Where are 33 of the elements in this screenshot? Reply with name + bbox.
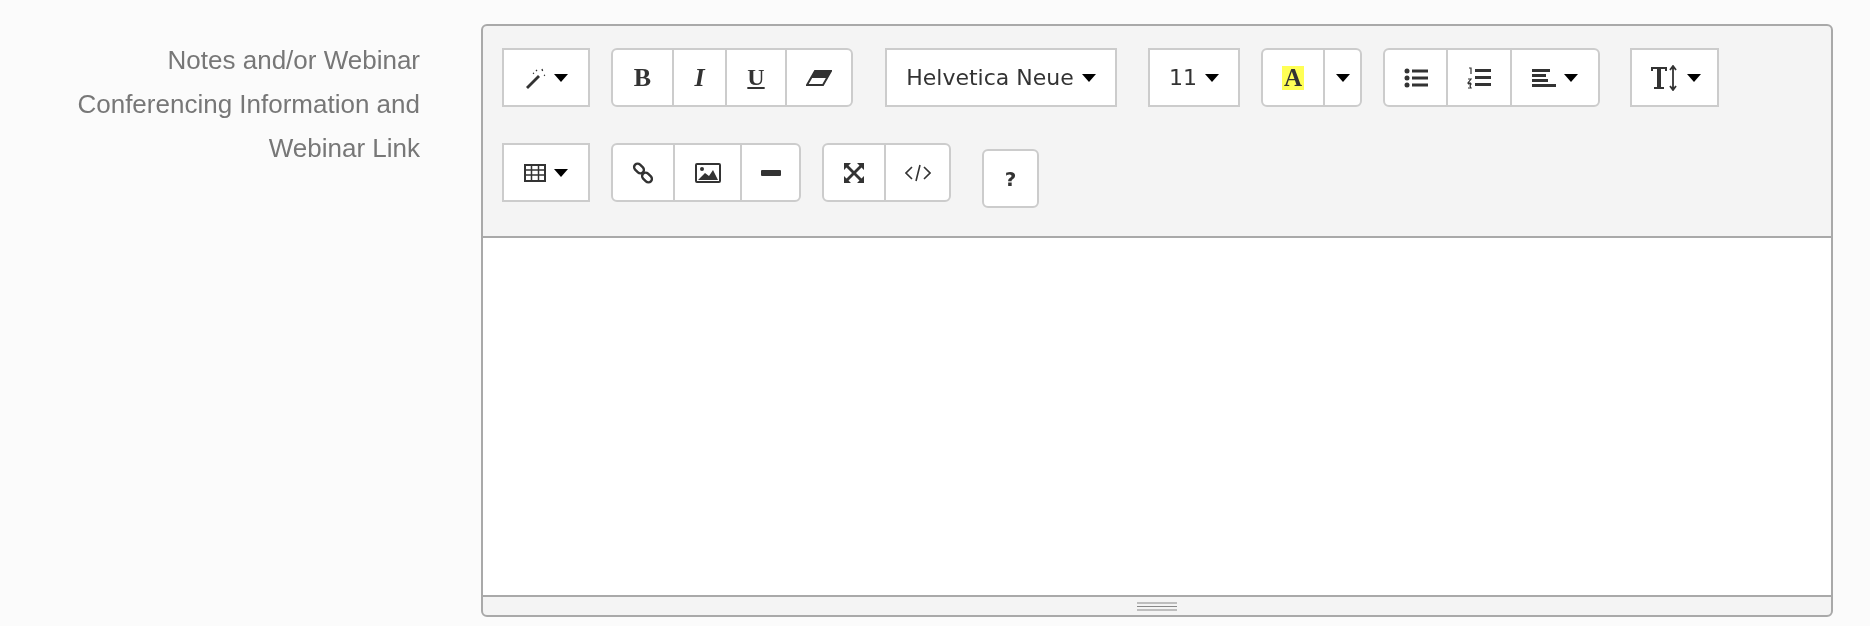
fullscreen-button[interactable] <box>822 143 886 202</box>
field-label: Notes and/or Webinar Conferencing Information and Webinar Link <box>76 44 420 165</box>
align-left-icon <box>1532 67 1556 88</box>
eraser-icon <box>806 68 832 87</box>
resize-grip-icon[interactable] <box>1137 601 1177 611</box>
magic-wand-icon <box>524 66 546 89</box>
expand-arrows-icon <box>843 161 865 184</box>
line-height-dropdown[interactable] <box>1630 48 1719 107</box>
font-size-dropdown[interactable]: 11 <box>1148 48 1240 107</box>
text-color-button[interactable]: A <box>1261 48 1325 107</box>
italic-button[interactable]: I <box>672 48 727 107</box>
color-dropdown[interactable] <box>1323 48 1362 107</box>
code-icon <box>904 162 931 183</box>
code-view-button[interactable] <box>884 143 951 202</box>
table-dropdown[interactable] <box>502 143 590 202</box>
link-icon <box>632 161 654 184</box>
paragraph-dropdown[interactable] <box>1510 48 1600 107</box>
image-icon <box>694 162 721 183</box>
clear-format-button[interactable] <box>785 48 853 107</box>
underline-button[interactable]: U <box>725 48 787 107</box>
numbered-list-icon <box>1467 66 1491 89</box>
bulleted-list-button[interactable] <box>1383 48 1448 107</box>
numbered-list-button[interactable] <box>1446 48 1512 107</box>
horizontal-rule-button[interactable] <box>740 143 801 202</box>
link-button[interactable] <box>611 143 675 202</box>
table-icon <box>524 163 546 182</box>
bulleted-list-icon <box>1403 67 1428 88</box>
font-family-dropdown[interactable]: Helvetica Neue <box>885 48 1117 107</box>
bold-button[interactable]: B <box>611 48 674 107</box>
line-height-icon <box>1648 64 1679 91</box>
image-button[interactable] <box>673 143 742 202</box>
help-button[interactable]: ? <box>982 149 1039 208</box>
style-dropdown[interactable] <box>502 48 590 107</box>
